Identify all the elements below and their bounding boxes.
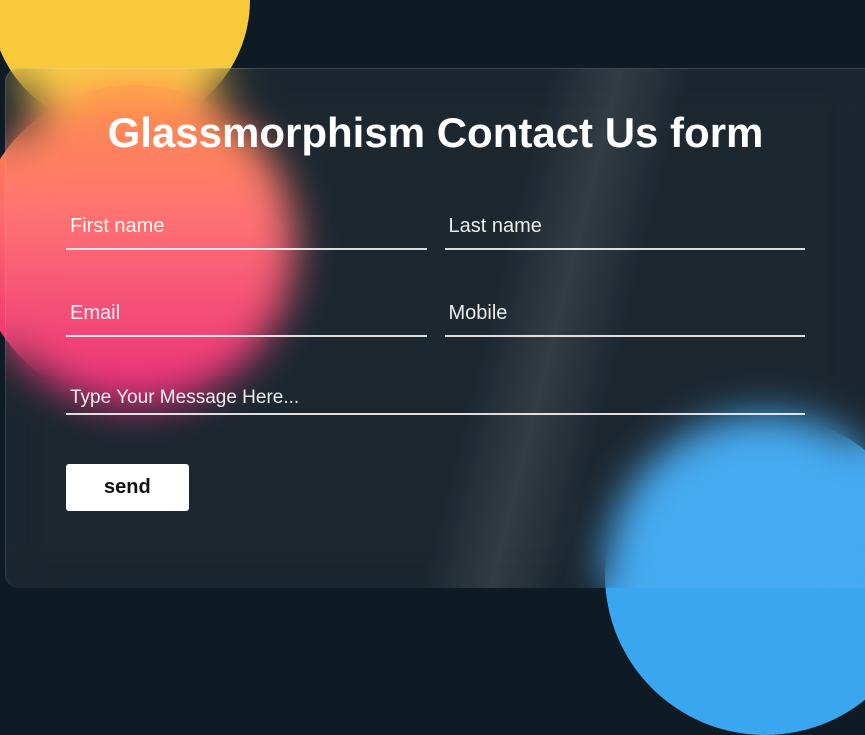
- form-title: Glassmorphism Contact Us form: [66, 109, 805, 157]
- form-row-contact: [66, 294, 805, 337]
- send-button[interactable]: send: [66, 464, 189, 511]
- email-field[interactable]: [66, 294, 427, 337]
- contact-form-card: Glassmorphism Contact Us form send: [5, 68, 865, 588]
- form-row-message: [66, 381, 805, 420]
- form-row-name: [66, 207, 805, 250]
- first-name-field[interactable]: [66, 207, 427, 250]
- last-name-field[interactable]: [445, 207, 806, 250]
- message-field[interactable]: [66, 381, 805, 415]
- mobile-field[interactable]: [445, 294, 806, 337]
